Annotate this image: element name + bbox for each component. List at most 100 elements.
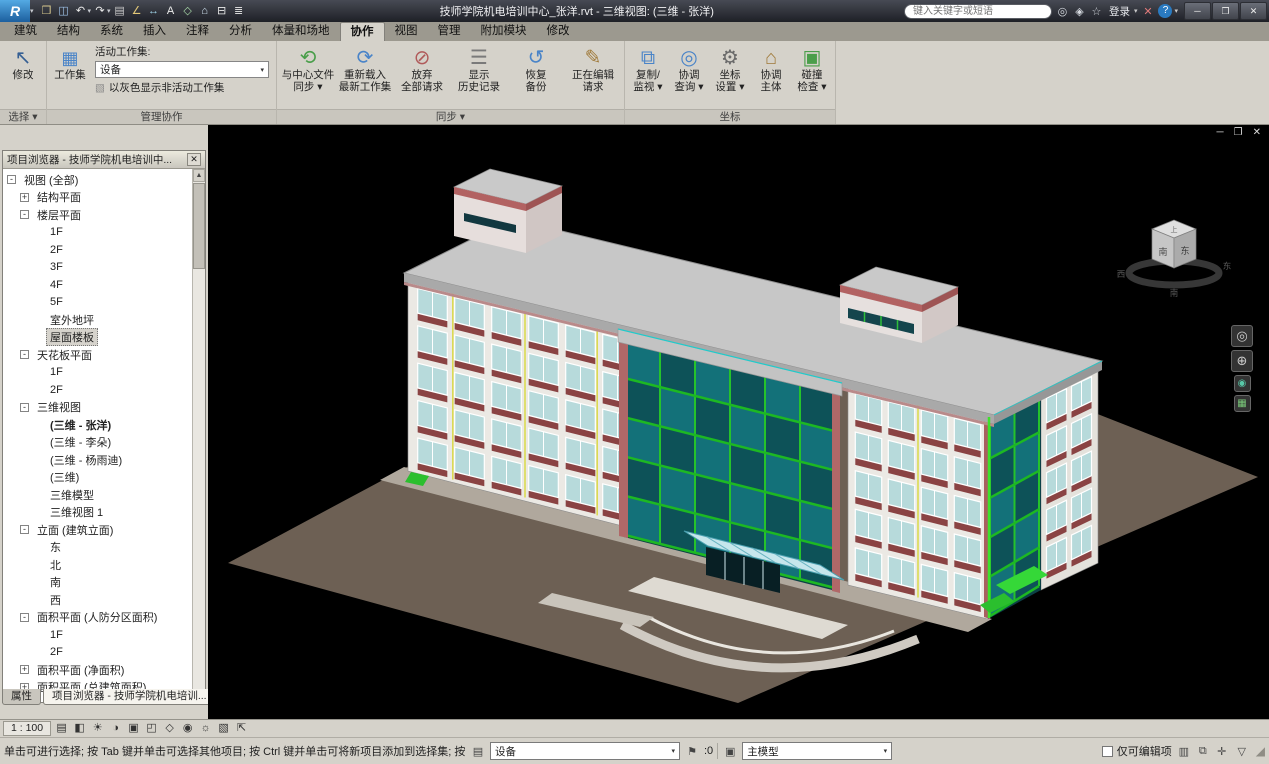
temporary-view-properties-icon[interactable]: ▧ [215, 721, 232, 736]
tree-item-label[interactable]: 5F [46, 295, 67, 309]
view-minimize-button[interactable]: ─ [1217, 127, 1224, 138]
tree-item-label[interactable]: 天花板平面 [33, 346, 96, 364]
section-icon[interactable]: ⊟ [214, 1, 230, 21]
nav-home-button[interactable]: ▦ [1234, 395, 1251, 412]
tree-item-label[interactable]: 三维视图 [33, 398, 85, 416]
sign-in-arrow-icon[interactable]: ▾ [1134, 7, 1138, 15]
collapse-icon[interactable]: - [20, 350, 29, 359]
close-button[interactable]: ✕ [1240, 2, 1267, 20]
reveal-hidden-icon[interactable]: ☼ [197, 721, 214, 736]
tree-item-label[interactable]: 2F [46, 645, 67, 659]
tag-icon[interactable]: ◇ [180, 1, 196, 21]
dock-tab-properties[interactable]: 属性 [2, 689, 41, 705]
tab-视图[interactable]: 视图 [385, 22, 428, 41]
tab-结构[interactable]: 结构 [47, 22, 90, 41]
interference-check-button[interactable]: ▣碰撞检查 ▾ [792, 43, 832, 107]
tree-item[interactable]: (三维 - 李朵) [3, 434, 205, 452]
relinquish-all-button[interactable]: ⊘放弃全部请求 [394, 43, 450, 107]
tree-item[interactable]: 2F [3, 381, 205, 399]
tab-管理[interactable]: 管理 [428, 22, 471, 41]
scale-button[interactable]: 1 : 100 [3, 721, 51, 736]
tab-附加模块[interactable]: 附加模块 [471, 22, 537, 41]
tree-item[interactable]: 1F [3, 224, 205, 242]
active-workset-statusbar-select[interactable]: 设备▾ [490, 742, 680, 760]
tree-item[interactable]: 2F [3, 644, 205, 662]
worksets-button[interactable]: ▦ 工作集 [50, 43, 90, 107]
tree-item-label[interactable]: (三维 - 杨雨迪) [46, 451, 126, 469]
collapse-icon[interactable]: - [20, 525, 29, 534]
visual-style-icon[interactable]: ◧ [71, 721, 88, 736]
tree-item-label[interactable]: 3F [46, 260, 67, 274]
tree-item[interactable]: (三维 - 杨雨迪) [3, 451, 205, 469]
expand-icon[interactable]: + [20, 193, 29, 202]
tree-item[interactable]: 屋面楼板 [3, 329, 205, 347]
tree-item-label[interactable]: 南 [46, 573, 65, 591]
tab-注释[interactable]: 注释 [176, 22, 219, 41]
aligned-dimension-icon[interactable]: ↔ [146, 1, 162, 21]
select-panel-label[interactable]: 选择 ▾ [0, 109, 46, 124]
filter-icon[interactable]: ▽ [1234, 745, 1250, 758]
detail-level-icon[interactable]: ▤ [53, 721, 70, 736]
tree-item[interactable]: 北 [3, 556, 205, 574]
collapse-icon[interactable]: - [20, 613, 29, 622]
tab-系统[interactable]: 系统 [90, 22, 133, 41]
tab-协作[interactable]: 协作 [340, 22, 385, 41]
tree-item[interactable]: 4F [3, 276, 205, 294]
collapse-icon[interactable]: - [7, 175, 16, 184]
tree-item-label[interactable]: 楼层平面 [33, 206, 85, 224]
tree-item-label[interactable]: (三维 - 李朵) [46, 433, 115, 451]
tree-item-label[interactable]: 东 [46, 538, 65, 556]
application-menu-arrow-icon[interactable]: ▾ [30, 7, 34, 15]
tab-建筑[interactable]: 建筑 [4, 22, 47, 41]
text-icon[interactable]: A [163, 1, 179, 21]
tree-item-label[interactable]: 面积平面 (净面积) [33, 661, 128, 679]
3d-model-canvas[interactable]: 上南东西东南 [208, 125, 1269, 719]
exchange-apps-icon[interactable]: ✕ [1139, 5, 1156, 18]
tree-item[interactable]: 3F [3, 259, 205, 277]
select-links-icon[interactable]: ⧉ [1195, 745, 1211, 758]
active-workset-select[interactable]: 设备 ▾ [95, 61, 269, 78]
tree-item-label[interactable]: 立面 (建筑立面) [33, 521, 117, 539]
editing-requests-button[interactable]: ✎正在编辑请求 [565, 43, 621, 107]
tree-item[interactable]: -面积平面 (人防分区面积) [3, 609, 205, 627]
tree-item-label[interactable]: 视图 (全部) [20, 171, 82, 189]
search-icon[interactable]: ◎ [1054, 5, 1071, 18]
open-icon[interactable]: ❒ [39, 1, 55, 21]
default-3d-view-icon[interactable]: ⌂ [197, 1, 213, 21]
tree-item-label[interactable]: 1F [46, 365, 67, 379]
help-arrow-icon[interactable]: ▾ [1174, 7, 1178, 15]
tab-分析[interactable]: 分析 [219, 22, 262, 41]
project-browser-header[interactable]: 项目浏览器 - 技师学院机电培训中... ✕ [3, 151, 205, 169]
scrollbar[interactable]: ▲ ▼ [192, 169, 205, 702]
search-input[interactable] [904, 4, 1052, 19]
redo-icon-arrow[interactable]: ▾ [107, 7, 111, 15]
tree-item[interactable]: -视图 (全部) [3, 171, 205, 189]
coordination-review-button[interactable]: ◎协调查询 ▾ [669, 43, 709, 107]
nav-wheel-button[interactable]: ◎ [1231, 325, 1253, 347]
tree-item[interactable]: -天花板平面 [3, 346, 205, 364]
tree-item[interactable]: 1F [3, 626, 205, 644]
view-close-button[interactable]: ✕ [1253, 127, 1261, 138]
displace-elements-icon[interactable]: ⇱ [233, 721, 250, 736]
restore-backup-button[interactable]: ↺恢复备份 [508, 43, 564, 107]
tree-item[interactable]: -楼层平面 [3, 206, 205, 224]
drag-elements-icon[interactable]: ✛ [1214, 745, 1230, 758]
help-icon[interactable]: ? [1158, 4, 1172, 18]
tab-体量和场地[interactable]: 体量和场地 [262, 22, 340, 41]
tree-item-label[interactable]: 1F [46, 628, 67, 642]
minimize-button[interactable]: ─ [1184, 2, 1211, 20]
tree-item-label[interactable]: 2F [46, 383, 67, 397]
design-option-select[interactable]: 主模型▾ [742, 742, 892, 760]
tree-item-label[interactable]: (三维) [46, 468, 83, 486]
coordination-settings-button[interactable]: ⚙坐标设置 ▾ [710, 43, 750, 107]
sun-path-icon[interactable]: ☀ [89, 721, 106, 736]
tree-item-label[interactable]: 西 [46, 591, 65, 609]
tree-item-label[interactable]: 面积平面 (人防分区面积) [33, 608, 161, 626]
tree-item-label[interactable]: (三维 - 张洋) [46, 416, 115, 434]
tab-修改[interactable]: 修改 [537, 22, 580, 41]
shadows-icon[interactable]: ◑ [107, 721, 124, 736]
unlocked-view-icon[interactable]: ◇ [161, 721, 178, 736]
editing-requests-icon[interactable]: ⚑ [684, 745, 700, 758]
temporary-hide-isolate-icon[interactable]: ◉ [179, 721, 196, 736]
dock-tab-project-browser[interactable]: 项目浏览器 - 技师学院机电培训... [43, 689, 216, 705]
